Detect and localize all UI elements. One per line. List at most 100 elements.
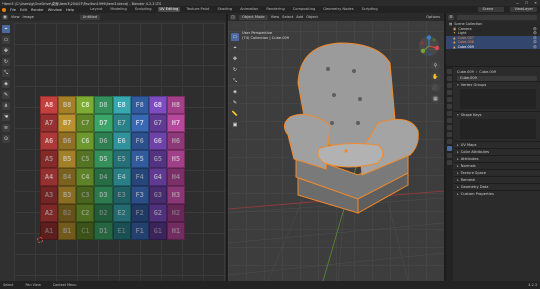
grab-icon[interactable]: ✥ (2, 47, 10, 55)
visibility-eye-icon[interactable]: 👁 (533, 45, 537, 49)
scale-icon[interactable]: ⤡ (2, 69, 10, 77)
texture-icon[interactable] (447, 160, 452, 165)
add-cube-tool-icon[interactable]: ▣ (231, 121, 239, 129)
section-normals[interactable]: ▸ Normals (454, 162, 540, 169)
editor-type-icon[interactable]: ▦ (2, 14, 8, 20)
blender-logo-icon[interactable] (2, 7, 6, 12)
select-tool-icon[interactable]: ▭ (231, 33, 239, 41)
rotate-tool-icon[interactable]: ↻ (231, 66, 239, 74)
rotate-icon[interactable]: ↻ (2, 58, 10, 66)
visibility-eye-icon[interactable]: 👁 (533, 40, 537, 44)
visibility-eye-icon[interactable]: 👁 (533, 31, 537, 35)
section-remesh[interactable]: ▸ Remesh (454, 176, 540, 183)
workspace-tab-rendering[interactable]: Rendering (264, 7, 286, 12)
workspace-tab-uv-editing[interactable]: UV Editing (157, 7, 181, 12)
visibility-eye-icon[interactable]: 👁 (533, 36, 537, 40)
menu-file[interactable]: File (10, 8, 16, 12)
section-shape-keys[interactable]: ▾ Shape Keys (454, 111, 540, 118)
viewport-menu-object[interactable]: Object (306, 15, 318, 19)
material-icon[interactable] (447, 153, 452, 158)
tool-icon[interactable] (447, 69, 452, 74)
menu-render[interactable]: Render (31, 8, 44, 12)
editor-type-icon[interactable]: ◳ (230, 14, 236, 20)
workspace-tab-shading[interactable]: Shading (215, 7, 234, 12)
mesh-data-field[interactable]: Cube.009 (457, 75, 537, 81)
workspace-tab-layout[interactable]: Layout (88, 7, 104, 12)
zoom-icon[interactable]: ⚲ (431, 61, 440, 70)
workspace-tab-modeling[interactable]: Modeling (108, 7, 128, 12)
navigation-gizmo[interactable] (418, 35, 440, 57)
world-icon[interactable] (447, 104, 452, 109)
uv-menu-view[interactable]: View (11, 15, 20, 19)
shape-keys-list[interactable] (460, 119, 536, 139)
pan-icon[interactable]: ✋ (431, 72, 440, 81)
rip-icon[interactable]: ⋔ (2, 102, 10, 110)
workspace-tab-texture-paint[interactable]: Texture Paint (184, 7, 211, 12)
cursor-icon[interactable]: ⌖ (2, 25, 10, 33)
object-icon[interactable] (447, 111, 452, 116)
scene-selector[interactable]: Scene (478, 7, 505, 12)
annotate-icon[interactable]: ✎ (2, 91, 10, 99)
outliner-search-input[interactable] (457, 14, 537, 20)
transform-icon[interactable]: ◈ (2, 80, 10, 88)
section-geometry-data[interactable]: ▸ Geometry Data (454, 183, 540, 190)
workspace-tab-animation[interactable]: Animation (238, 7, 260, 12)
workspace-tab-sculpting[interactable]: Sculpting (133, 7, 154, 12)
render-icon[interactable] (447, 76, 452, 81)
view-layer-selector[interactable]: ViewLayer (510, 7, 537, 12)
vertex-groups-list[interactable] (460, 89, 536, 109)
workspace-tab-scripting[interactable]: Scripting (360, 7, 380, 12)
pinch-icon[interactable]: ⊙ (2, 135, 10, 143)
relax-icon[interactable]: ≋ (2, 124, 10, 132)
outliner[interactable]: ☰ ▤ Scene Collection ▣ Camera 👁 ✦ Light … (446, 13, 540, 66)
maximize-button[interactable]: ☐ (525, 1, 528, 5)
editor-type-icon[interactable]: ☰ (448, 14, 454, 20)
section-uv-maps[interactable]: ▸ UV Maps (454, 141, 540, 148)
viewport-menu-view[interactable]: View (271, 15, 280, 19)
section-attributes[interactable]: ▸ Attributes (454, 155, 540, 162)
workspace-tab-geometry-nodes[interactable]: Geometry Nodes (321, 7, 355, 12)
modifier-icon[interactable] (447, 118, 452, 123)
section-texture-space[interactable]: ▸ Texture Space (454, 169, 540, 176)
menu-window[interactable]: Window (48, 8, 62, 12)
cursor-tool-icon[interactable]: ⌖ (231, 44, 239, 52)
options-menu[interactable]: Options (426, 15, 440, 19)
collection-icon: ▤ (449, 22, 453, 27)
visibility-eye-icon[interactable]: 👁 (533, 27, 537, 31)
measure-tool-icon[interactable]: 📏 (231, 110, 239, 118)
camera-icon[interactable]: 🎥 (431, 83, 440, 92)
uv-menu-image[interactable]: Image (23, 15, 34, 19)
move-tool-icon[interactable]: ✥ (231, 55, 239, 63)
scale-tool-icon[interactable]: ⤡ (231, 77, 239, 85)
constraints-icon[interactable] (447, 139, 452, 144)
uv-editor-area[interactable]: ▦ View Image Untitled ⌖ ▭ ✥ ↻ ⤡ ◈ ✎ ⋔ ☚ … (0, 13, 226, 281)
data-icon[interactable] (447, 146, 452, 151)
mode-selector[interactable]: Object Mode (239, 14, 268, 20)
output-icon[interactable] (447, 83, 452, 88)
viewport-menu-add[interactable]: Add (296, 15, 303, 19)
grab-uv-icon[interactable]: ☚ (2, 113, 10, 121)
workspace-tab-compositing[interactable]: Compositing (291, 7, 318, 12)
scene-icon[interactable] (447, 97, 452, 102)
properties-editor[interactable]: Cube.009 › Cube.009 Cube.009 ▾ Vertex Gr… (446, 67, 540, 281)
section-color-attributes[interactable]: ▸ Color Attributes (454, 148, 540, 155)
viewport-menu-select[interactable]: Select (282, 15, 293, 19)
minimize-button[interactable]: — (516, 1, 519, 5)
2d-cursor-icon[interactable] (37, 237, 43, 243)
grid-icon[interactable]: ▦ (431, 94, 440, 103)
uv-grid-cell: G6 (148, 132, 167, 150)
view-layer-icon[interactable] (447, 90, 452, 95)
outliner-row-cube-009[interactable]: ▲ Cube.009 👁 (446, 44, 540, 49)
particles-icon[interactable] (447, 125, 452, 130)
section-vertex-groups[interactable]: ▾ Vertex Groups (454, 81, 540, 88)
physics-icon[interactable] (447, 132, 452, 137)
menu-edit[interactable]: Edit (20, 8, 27, 12)
select-box-icon[interactable]: ▭ (2, 36, 10, 44)
close-button[interactable]: ✕ (534, 1, 537, 5)
section-custom-properties[interactable]: ▸ Custom Properties (454, 190, 540, 197)
transform-tool-icon[interactable]: ◈ (231, 88, 239, 96)
3d-viewport[interactable]: ◳ Object Mode View Select Add Object Opt… (228, 13, 444, 281)
menu-help[interactable]: Help (66, 8, 74, 12)
image-selector[interactable]: Untitled (79, 14, 101, 20)
annotate-tool-icon[interactable]: ✎ (231, 99, 239, 107)
